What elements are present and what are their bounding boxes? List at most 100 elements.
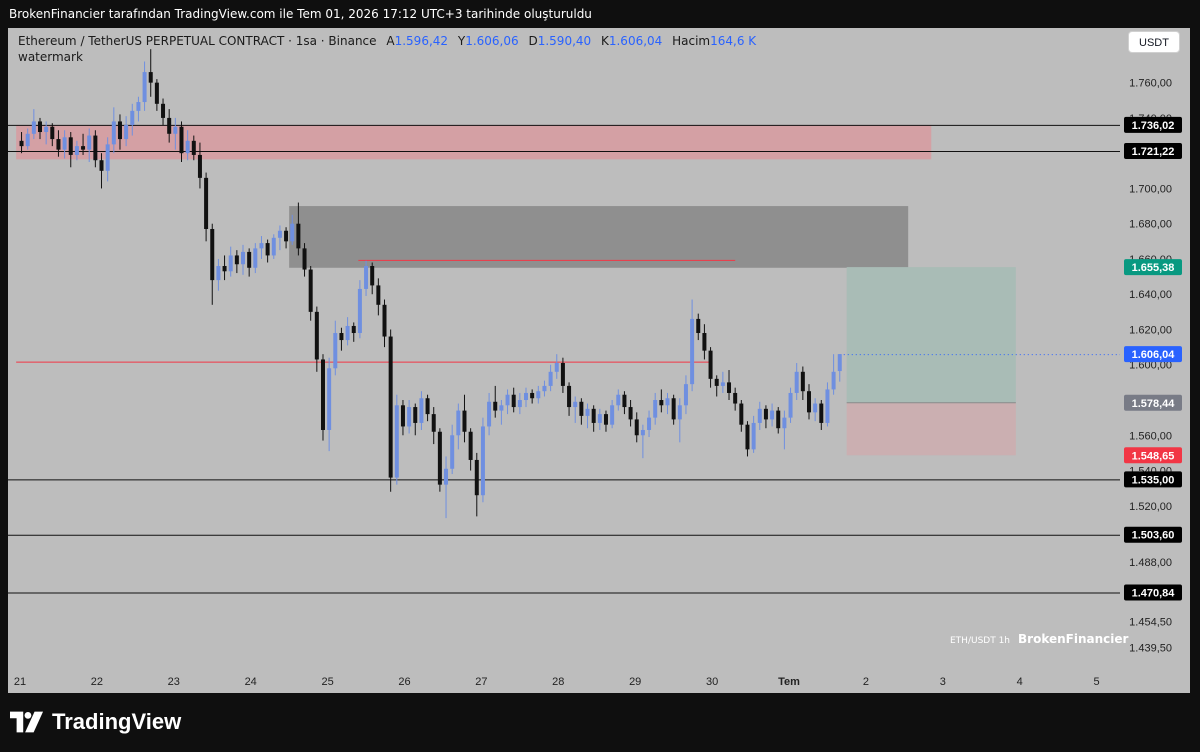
candle-body	[345, 325, 350, 341]
candle-body	[407, 407, 412, 427]
candle-body	[302, 248, 307, 270]
candle-body	[745, 424, 750, 450]
symbol-legend: Ethereum / TetherUS PERPETUAL CONTRACT ·…	[18, 34, 756, 48]
candle-body	[333, 333, 338, 369]
candle-body	[68, 137, 73, 155]
candle-body	[351, 325, 356, 334]
candle-body	[499, 405, 504, 411]
candle-body	[677, 405, 682, 420]
watermark-indicator-label[interactable]: watermark	[18, 50, 83, 64]
candle-body	[167, 117, 172, 134]
price-label-text: 1.721,22	[1132, 146, 1175, 158]
candle-body	[622, 394, 627, 408]
candle-body	[37, 121, 42, 133]
candle-body	[56, 139, 61, 150]
candle-body	[751, 422, 756, 450]
candle-body	[640, 429, 645, 436]
candle-body	[308, 269, 313, 312]
candle-body	[825, 389, 830, 423]
candle-body	[806, 391, 811, 413]
candle-body	[99, 160, 104, 171]
price-label-text: 1.606,04	[1132, 349, 1176, 361]
plot-area	[8, 49, 1120, 594]
candle-body	[800, 371, 805, 392]
candle-body	[142, 72, 147, 103]
candle-body	[727, 382, 732, 393]
candle-body	[456, 410, 461, 436]
watermark-pair: ETH/USDT 1h	[950, 636, 1011, 646]
time-axis-tick: 4	[1017, 676, 1023, 688]
candle-body	[462, 410, 467, 432]
candle-body	[154, 82, 159, 104]
price-chart[interactable]: 1.780,001.760,001.740,001.720,001.700,00…	[8, 28, 1190, 693]
time-axis-tick: 21	[14, 676, 26, 688]
candle-body	[265, 243, 270, 256]
candle-body	[136, 102, 141, 111]
price-label-target: 1.655,38	[1124, 259, 1182, 276]
currency-button[interactable]: USDT	[1128, 31, 1180, 53]
candle-body	[382, 304, 387, 337]
tradingview-brand[interactable]: TradingView	[10, 709, 181, 735]
candle-body	[708, 350, 713, 379]
candle-body	[222, 266, 227, 272]
volume-value: 164,6 K	[710, 34, 757, 48]
candle-body	[782, 417, 787, 429]
price-label-current: 1.606,04	[1124, 346, 1182, 363]
position-stop-zone	[846, 402, 1016, 456]
price-label-text: 1.578,44	[1132, 398, 1176, 410]
candle-body	[579, 401, 584, 416]
candle-body	[683, 384, 688, 406]
candle-body	[714, 378, 719, 386]
candle-body	[62, 137, 67, 150]
candle-body	[394, 405, 399, 478]
candle-body	[567, 385, 572, 408]
time-axis-tick: 30	[706, 676, 718, 688]
candle-body	[290, 223, 295, 242]
chart-caption: BrokenFinancier tarafından TradingView.c…	[9, 7, 592, 21]
close-value: 1.606,04	[608, 34, 663, 48]
candle-body	[696, 318, 701, 334]
candle-body	[739, 403, 744, 425]
candle-body	[763, 408, 768, 420]
time-axis-tick: 5	[1094, 676, 1100, 688]
time-axis-tick: 26	[398, 676, 410, 688]
symbol-name[interactable]: Ethereum / TetherUS PERPETUAL CONTRACT ·…	[18, 34, 377, 48]
candle-body	[628, 407, 633, 420]
candle-body	[93, 135, 98, 161]
candle-body	[813, 403, 818, 413]
candle-body	[831, 371, 836, 390]
volume-label: Hacim	[672, 34, 711, 48]
candle-body	[757, 408, 762, 423]
candle-body	[659, 400, 664, 406]
candle-body	[197, 154, 202, 178]
candle-body	[505, 394, 510, 406]
candle-body	[493, 401, 498, 411]
time-axis-tick: 2	[863, 676, 869, 688]
high-value: 1.606,06	[465, 34, 519, 48]
candle-body	[770, 410, 775, 420]
price-label-text: 1.503,60	[1132, 530, 1175, 542]
price-label-text: 1.535,00	[1132, 474, 1175, 486]
candle-body	[425, 398, 430, 415]
candle-body	[702, 333, 707, 351]
position-target-zone	[846, 267, 1016, 403]
candle-body	[210, 228, 215, 281]
open-value: 1.596,42	[394, 34, 449, 48]
price-label-text: 1.655,38	[1132, 262, 1175, 274]
candle-body	[44, 126, 49, 133]
candle-body	[776, 410, 781, 429]
price-axis-tick: 1.620,00	[1129, 324, 1172, 336]
candle-body	[241, 251, 246, 265]
chart-watermark: ETH/USDT 1h BrokenFinancier	[950, 632, 1128, 646]
candle-body	[597, 414, 602, 423]
footer-bar: TradingView	[0, 693, 1200, 752]
candle-body	[87, 135, 92, 150]
time-axis-tick: 29	[629, 676, 641, 688]
candle-body	[247, 251, 252, 268]
candle-body	[554, 362, 559, 372]
candle-body	[585, 408, 590, 416]
candle-body	[19, 140, 24, 147]
chart-panel[interactable]: 1.780,001.760,001.740,001.720,001.700,00…	[8, 28, 1190, 693]
candle-body	[228, 255, 233, 272]
candle-body	[542, 385, 547, 392]
